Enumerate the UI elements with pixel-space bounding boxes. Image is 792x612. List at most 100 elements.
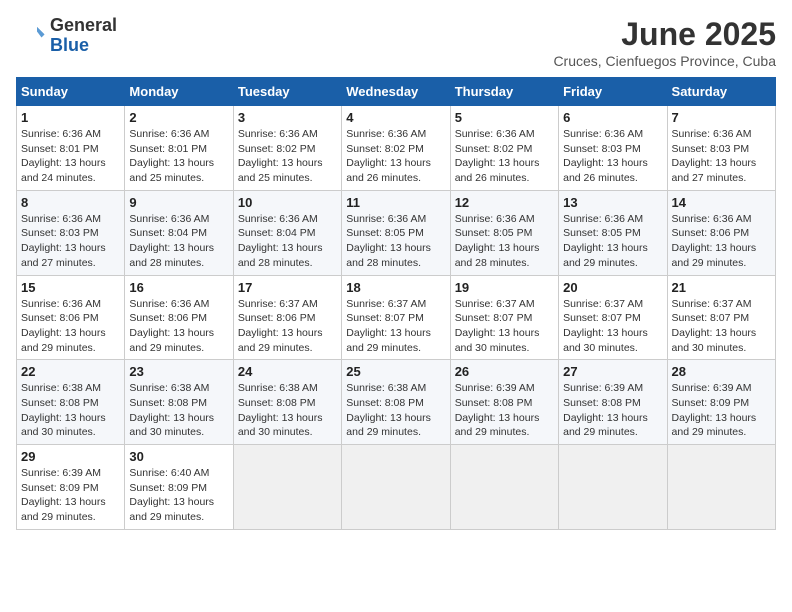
- calendar-cell: 1Sunrise: 6:36 AM Sunset: 8:01 PM Daylig…: [17, 106, 125, 191]
- calendar-cell: 24Sunrise: 6:38 AM Sunset: 8:08 PM Dayli…: [233, 360, 341, 445]
- calendar-cell: 26 Sunrise: 6:39 AM Sunset: 8:08 PM Dayli…: [450, 360, 558, 445]
- calendar-week-1: 1 Sunrise: 6:36 AM Sunset: 8:01 PM Daylig…: [17, 106, 776, 191]
- day-info: Sunrise: 6:36 AM Sunset: 8:04 PM Dayligh…: [238, 212, 337, 271]
- day-number: 15: [21, 280, 120, 295]
- day-info: Sunrise: 6:36 AM Sunset: 8:03 PM Dayligh…: [563, 127, 662, 186]
- day-number: 17: [238, 280, 337, 295]
- day-number: 25: [346, 364, 445, 379]
- logo-icon: [16, 21, 46, 51]
- calendar-cell: 7 Sunrise: 6:36 AM Sunset: 8:03 PM Daylig…: [667, 106, 775, 191]
- calendar-header-row: Sunday Monday Tuesday Wednesday Thursday…: [17, 78, 776, 106]
- day-number: 8: [21, 195, 120, 210]
- calendar-week-5: 29 Sunrise: 6:39 AM Sunset: 8:09 PM Dayli…: [17, 445, 776, 530]
- day-info: Sunrise: 6:36 AM Sunset: 8:06 PM Dayligh…: [21, 297, 120, 356]
- title-area: June 2025 Cruces, Cienfuegos Province, C…: [553, 16, 776, 69]
- day-info: Sunrise: 6:36 AM Sunset: 8:05 PM Dayligh…: [563, 212, 662, 271]
- calendar-cell: 2Sunrise: 6:36 AM Sunset: 8:01 PM Daylig…: [125, 106, 233, 191]
- day-info: Sunrise: 6:36 AM Sunset: 8:02 PM Dayligh…: [346, 127, 445, 186]
- day-number: 26: [455, 364, 554, 379]
- day-info: Sunrise: 6:36 AM Sunset: 8:01 PM Dayligh…: [129, 127, 228, 186]
- calendar-cell: 12 Sunrise: 6:36 AM Sunset: 8:05 PM Dayli…: [450, 190, 558, 275]
- calendar-cell: 15 Sunrise: 6:36 AM Sunset: 8:06 PM Dayli…: [17, 275, 125, 360]
- day-info: Sunrise: 6:36 AM Sunset: 8:02 PM Dayligh…: [238, 127, 337, 186]
- calendar-cell: 30 Sunrise: 6:40 AM Sunset: 8:09 PM Dayli…: [125, 445, 233, 530]
- day-number: 5: [455, 110, 554, 125]
- day-number: 10: [238, 195, 337, 210]
- calendar-cell: 29 Sunrise: 6:39 AM Sunset: 8:09 PM Dayli…: [17, 445, 125, 530]
- calendar-cell: 3 Sunrise: 6:36 AM Sunset: 8:02 PM Daylig…: [233, 106, 341, 191]
- day-info: Sunrise: 6:37 AM Sunset: 8:07 PM Dayligh…: [455, 297, 554, 356]
- calendar-week-3: 15 Sunrise: 6:36 AM Sunset: 8:06 PM Dayli…: [17, 275, 776, 360]
- day-info: Sunrise: 6:36 AM Sunset: 8:05 PM Dayligh…: [346, 212, 445, 271]
- calendar-week-4: 22 Sunrise: 6:38 AM Sunset: 8:08 PM Dayli…: [17, 360, 776, 445]
- calendar-cell: 25 Sunrise: 6:38 AM Sunset: 8:08 PM Dayli…: [342, 360, 450, 445]
- day-number: 6: [563, 110, 662, 125]
- day-number: 9: [129, 195, 228, 210]
- col-saturday: Saturday: [667, 78, 775, 106]
- logo-blue-text: Blue: [50, 36, 117, 56]
- day-info: Sunrise: 6:39 AM Sunset: 8:08 PM Dayligh…: [455, 381, 554, 440]
- calendar-cell: 8Sunrise: 6:36 AM Sunset: 8:03 PM Daylig…: [17, 190, 125, 275]
- day-info: Sunrise: 6:37 AM Sunset: 8:07 PM Dayligh…: [672, 297, 771, 356]
- day-number: 22: [21, 364, 120, 379]
- day-info: Sunrise: 6:37 AM Sunset: 8:06 PM Dayligh…: [238, 297, 337, 356]
- calendar-cell: 19 Sunrise: 6:37 AM Sunset: 8:07 PM Dayli…: [450, 275, 558, 360]
- day-number: 30: [129, 449, 228, 464]
- day-info: Sunrise: 6:39 AM Sunset: 8:09 PM Dayligh…: [21, 466, 120, 525]
- calendar-cell: 23 Sunrise: 6:38 AM Sunset: 8:08 PM Dayli…: [125, 360, 233, 445]
- day-info: Sunrise: 6:39 AM Sunset: 8:09 PM Dayligh…: [672, 381, 771, 440]
- day-number: 4: [346, 110, 445, 125]
- calendar-cell: 6 Sunrise: 6:36 AM Sunset: 8:03 PM Daylig…: [559, 106, 667, 191]
- day-info: Sunrise: 6:37 AM Sunset: 8:07 PM Dayligh…: [346, 297, 445, 356]
- calendar-cell: 28 Sunrise: 6:39 AM Sunset: 8:09 PM Dayli…: [667, 360, 775, 445]
- calendar-cell: 14Sunrise: 6:36 AM Sunset: 8:06 PM Dayli…: [667, 190, 775, 275]
- day-number: 12: [455, 195, 554, 210]
- calendar-cell: 11 Sunrise: 6:36 AM Sunset: 8:05 PM Dayli…: [342, 190, 450, 275]
- day-number: 24: [238, 364, 337, 379]
- calendar-cell: 17 Sunrise: 6:37 AM Sunset: 8:06 PM Dayli…: [233, 275, 341, 360]
- day-number: 29: [21, 449, 120, 464]
- col-wednesday: Wednesday: [342, 78, 450, 106]
- day-number: 27: [563, 364, 662, 379]
- day-number: 28: [672, 364, 771, 379]
- day-info: Sunrise: 6:36 AM Sunset: 8:03 PM Dayligh…: [672, 127, 771, 186]
- day-info: Sunrise: 6:37 AM Sunset: 8:07 PM Dayligh…: [563, 297, 662, 356]
- calendar-cell: [450, 445, 558, 530]
- location-subtitle: Cruces, Cienfuegos Province, Cuba: [553, 53, 776, 69]
- calendar-cell: 5Sunrise: 6:36 AM Sunset: 8:02 PM Daylig…: [450, 106, 558, 191]
- day-number: 7: [672, 110, 771, 125]
- day-number: 23: [129, 364, 228, 379]
- col-tuesday: Tuesday: [233, 78, 341, 106]
- day-number: 20: [563, 280, 662, 295]
- calendar-table: Sunday Monday Tuesday Wednesday Thursday…: [16, 77, 776, 530]
- calendar-cell: 9 Sunrise: 6:36 AM Sunset: 8:04 PM Daylig…: [125, 190, 233, 275]
- day-number: 19: [455, 280, 554, 295]
- col-thursday: Thursday: [450, 78, 558, 106]
- calendar-cell: [559, 445, 667, 530]
- page-header: General Blue June 2025 Cruces, Cienfuego…: [16, 16, 776, 69]
- day-info: Sunrise: 6:38 AM Sunset: 8:08 PM Dayligh…: [346, 381, 445, 440]
- col-sunday: Sunday: [17, 78, 125, 106]
- calendar-cell: 10 Sunrise: 6:36 AM Sunset: 8:04 PM Dayli…: [233, 190, 341, 275]
- logo-general-text: General: [50, 16, 117, 36]
- logo: General Blue: [16, 16, 117, 56]
- day-info: Sunrise: 6:40 AM Sunset: 8:09 PM Dayligh…: [129, 466, 228, 525]
- day-info: Sunrise: 6:39 AM Sunset: 8:08 PM Dayligh…: [563, 381, 662, 440]
- calendar-cell: 21Sunrise: 6:37 AM Sunset: 8:07 PM Dayli…: [667, 275, 775, 360]
- calendar-cell: 27 Sunrise: 6:39 AM Sunset: 8:08 PM Dayli…: [559, 360, 667, 445]
- calendar-cell: 18Sunrise: 6:37 AM Sunset: 8:07 PM Dayli…: [342, 275, 450, 360]
- calendar-cell: 13Sunrise: 6:36 AM Sunset: 8:05 PM Dayli…: [559, 190, 667, 275]
- day-number: 1: [21, 110, 120, 125]
- day-number: 3: [238, 110, 337, 125]
- month-title: June 2025: [553, 16, 776, 53]
- calendar-cell: 4 Sunrise: 6:36 AM Sunset: 8:02 PM Daylig…: [342, 106, 450, 191]
- day-info: Sunrise: 6:38 AM Sunset: 8:08 PM Dayligh…: [21, 381, 120, 440]
- calendar-week-2: 8Sunrise: 6:36 AM Sunset: 8:03 PM Daylig…: [17, 190, 776, 275]
- day-info: Sunrise: 6:38 AM Sunset: 8:08 PM Dayligh…: [129, 381, 228, 440]
- day-info: Sunrise: 6:36 AM Sunset: 8:04 PM Dayligh…: [129, 212, 228, 271]
- calendar-cell: [667, 445, 775, 530]
- col-friday: Friday: [559, 78, 667, 106]
- day-info: Sunrise: 6:36 AM Sunset: 8:05 PM Dayligh…: [455, 212, 554, 271]
- day-number: 11: [346, 195, 445, 210]
- col-monday: Monday: [125, 78, 233, 106]
